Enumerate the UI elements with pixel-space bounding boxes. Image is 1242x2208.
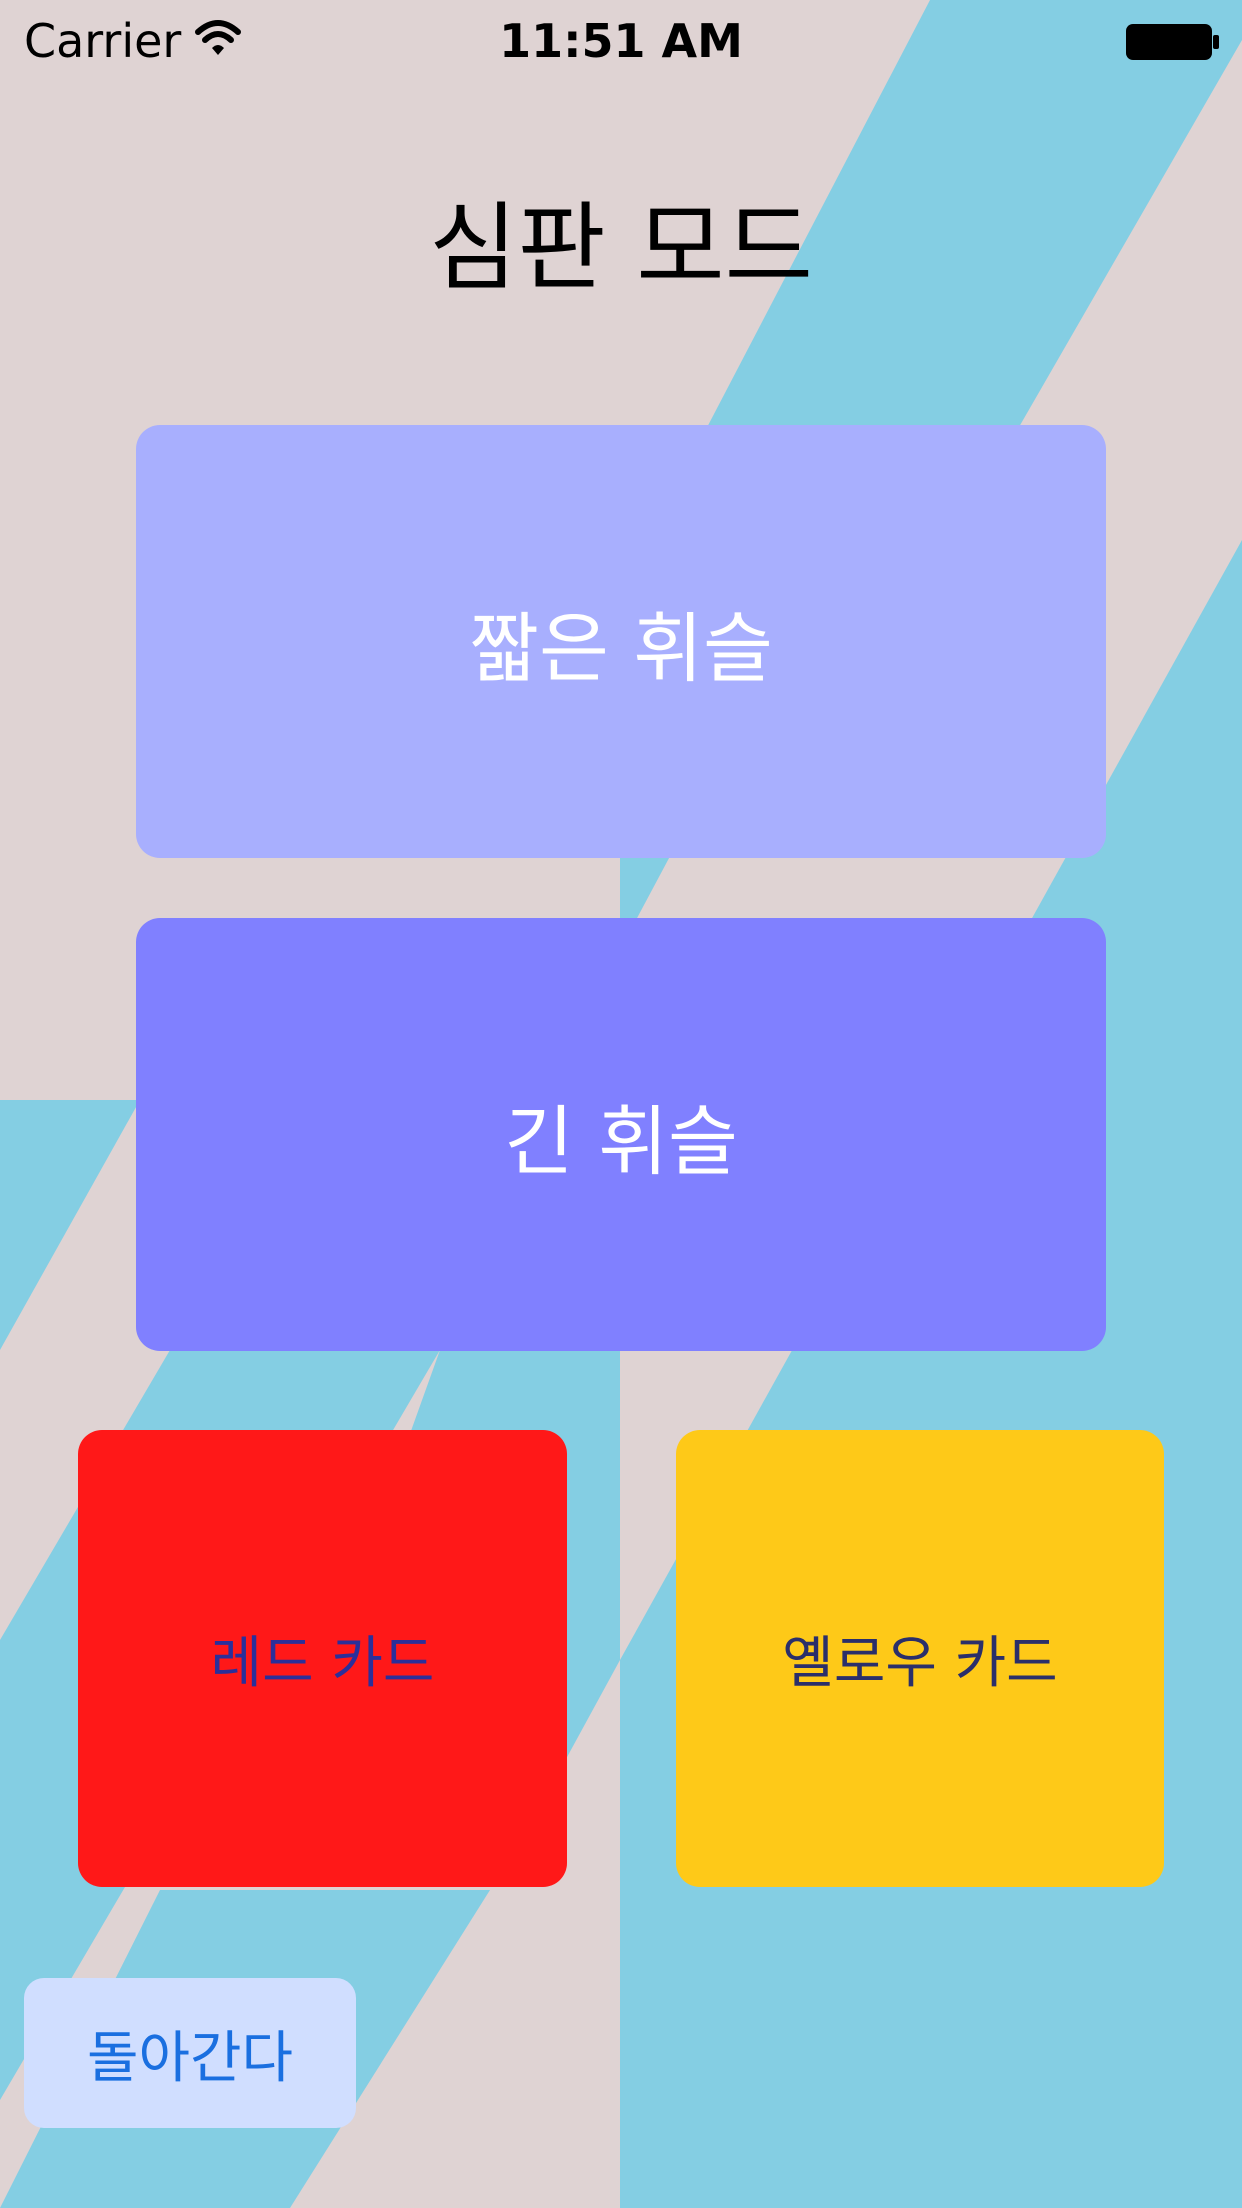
red-card-button[interactable]: 레드 카드	[78, 1430, 567, 1887]
yellow-card-button[interactable]: 옐로우 카드	[676, 1430, 1164, 1887]
battery-icon	[1125, 22, 1221, 66]
long-whistle-button[interactable]: 긴 휘슬	[136, 918, 1106, 1351]
back-button[interactable]: 돌아간다	[24, 1978, 356, 2128]
status-time: 11:51 AM	[499, 14, 743, 68]
short-whistle-button[interactable]: 짧은 휘슬	[136, 425, 1106, 858]
page-title: 심판 모드	[429, 192, 813, 304]
status-bar: Carrier 11:51 AM	[0, 0, 1242, 84]
